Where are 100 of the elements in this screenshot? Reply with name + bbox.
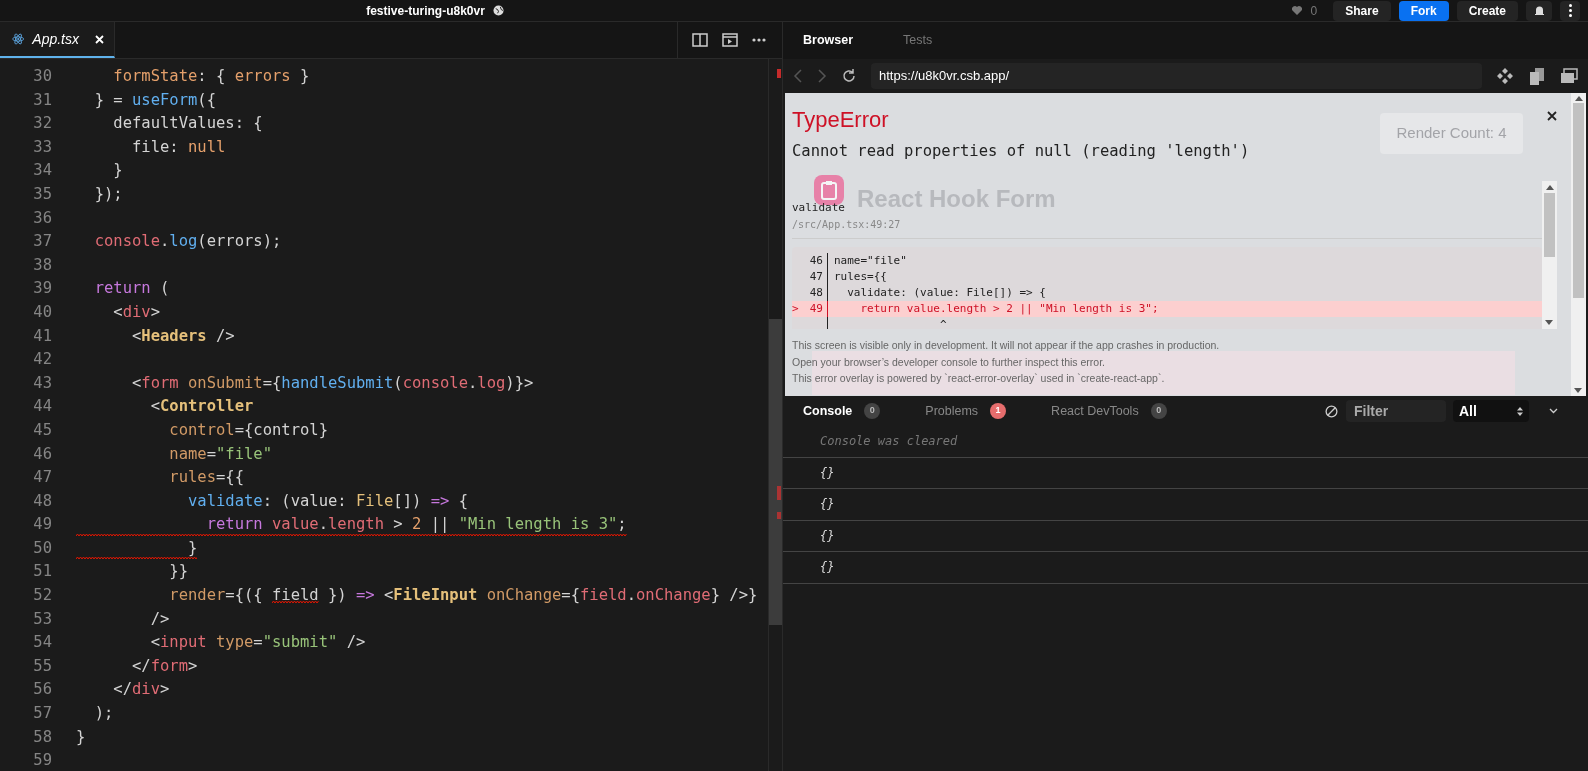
console-entry: {} xyxy=(820,464,835,482)
code-line: <input type="submit" /> xyxy=(149,632,366,654)
collapse-icon[interactable] xyxy=(1549,408,1558,414)
console-note: Console was cleared xyxy=(820,433,958,451)
console-entry: {} xyxy=(820,559,835,577)
scrollbar-thumb[interactable] xyxy=(769,319,782,625)
line-number: 31 xyxy=(32,89,52,111)
line-number: 37 xyxy=(32,231,52,253)
code-frame-line: name="file" xyxy=(833,253,907,270)
line-number: 45 xyxy=(32,419,52,441)
code-line: } xyxy=(112,160,123,182)
notifications-button[interactable] xyxy=(1526,0,1552,21)
more-menu-button[interactable] xyxy=(1560,0,1580,21)
overlay-note: Open your browser’s developer console to further inspect this error. xyxy=(792,354,1106,370)
code-line: }} xyxy=(168,561,188,583)
line-number: 41 xyxy=(32,325,52,347)
code-line: } xyxy=(76,536,198,561)
clipboard-icon xyxy=(814,175,844,205)
line-number: 46 xyxy=(32,443,52,465)
count-badge: 0 xyxy=(1150,403,1167,419)
code-line: } = useForm({ xyxy=(93,89,216,111)
scroll-down-icon[interactable] xyxy=(1545,320,1553,327)
line-number: 49 xyxy=(32,514,52,536)
line-number: 46 xyxy=(806,253,828,270)
code-line: return value.length > 2 || "Min length is 3"; xyxy=(76,513,627,537)
code-frame-line: return value.length > 2 || "Min length is 3"; xyxy=(859,301,1159,318)
heart-icon[interactable] xyxy=(1290,5,1303,16)
level-select[interactable]: All xyxy=(1453,400,1529,422)
line-number: 47 xyxy=(32,467,52,489)
preview-tab[interactable]: Tests xyxy=(903,31,933,50)
preview-tab[interactable]: Browser xyxy=(803,31,854,50)
window-icon[interactable] xyxy=(1560,68,1578,84)
preview-icon[interactable] xyxy=(722,33,738,47)
code-line: <form onSubmit={handleSubmit(console.log)}> xyxy=(131,372,534,394)
line-number: 50 xyxy=(32,537,52,559)
scroll-up-icon[interactable] xyxy=(1574,95,1583,101)
code-line: return ( xyxy=(93,278,170,300)
updown-caret-icon xyxy=(1517,406,1523,416)
line-number: 42 xyxy=(32,349,52,371)
code-line: }); xyxy=(93,183,123,205)
code-line: defaultValues: { xyxy=(112,113,263,135)
line-number: 34 xyxy=(32,160,52,182)
line-number: 54 xyxy=(32,632,52,654)
clear-console-icon[interactable] xyxy=(1325,404,1338,418)
devtools-icon[interactable] xyxy=(1496,67,1514,85)
line-number: 35 xyxy=(32,183,52,205)
code-line: </div> xyxy=(112,679,170,701)
function-name: validate xyxy=(792,201,845,215)
code-line: formState: { errors } xyxy=(112,66,310,87)
console-tab[interactable]: Problems 1 xyxy=(925,401,1007,421)
more-icon[interactable] xyxy=(752,38,766,42)
code-line: name="file" xyxy=(168,443,272,465)
overlay-note: This screen is visible only in development. It will not appear if the app crashes in production. xyxy=(792,338,1220,354)
error-message: Cannot read properties of null (reading 'length') xyxy=(792,141,1251,162)
code-frame-line: rules={{ xyxy=(833,269,887,286)
line-number: 48 xyxy=(32,490,52,512)
preview-scrollbar[interactable] xyxy=(1571,93,1586,396)
code-line: </form> xyxy=(131,655,198,677)
top-bar-button[interactable]: Create xyxy=(1456,0,1518,21)
code-line: control={control} xyxy=(168,419,328,441)
bell-icon xyxy=(1533,4,1545,17)
url-field[interactable]: https://u8k0vr.csb.app/ xyxy=(871,63,1482,89)
line-number: 51 xyxy=(32,561,52,583)
overlay-note: This error overlay is powered by `react-error-overlay` used in `create-react-app`. xyxy=(792,371,1165,387)
reload-icon[interactable] xyxy=(841,68,857,84)
tab-label: App.tsx xyxy=(32,29,79,49)
code-frame-line: validate: (value: File[]) => { xyxy=(846,285,1046,302)
code-frame-scrollbar[interactable] xyxy=(1542,181,1557,330)
error-title: TypeError xyxy=(792,106,889,134)
filter-field[interactable]: Filter xyxy=(1346,400,1446,422)
console-entry: {} xyxy=(820,527,835,545)
error-marker xyxy=(777,486,781,500)
top-bar-button[interactable]: Fork xyxy=(1398,0,1449,21)
like-count: 0 xyxy=(1310,2,1318,20)
console-tab[interactable]: Console 0 xyxy=(803,401,881,421)
code-line: /> xyxy=(149,608,170,630)
copy-icon[interactable] xyxy=(1528,67,1546,85)
code-line: ); xyxy=(93,703,114,725)
top-bar-button[interactable]: Share xyxy=(1333,0,1391,21)
split-view-icon[interactable] xyxy=(692,33,708,47)
scroll-down-icon[interactable] xyxy=(1574,388,1582,394)
line-number: 59 xyxy=(32,750,52,771)
line-number: 58 xyxy=(32,726,52,748)
error-marker xyxy=(777,69,781,78)
count-badge: 0 xyxy=(864,403,881,419)
editor-scrollbar[interactable] xyxy=(768,59,782,771)
scroll-up-icon[interactable] xyxy=(1545,184,1554,191)
line-number: 57 xyxy=(32,703,52,725)
close-icon[interactable] xyxy=(1547,111,1557,121)
file-tab[interactable]: App.tsx xyxy=(0,22,115,58)
line-number: 47 xyxy=(806,269,828,286)
code-line: <Headers /> xyxy=(131,325,235,347)
console-tab[interactable]: React DevTools 0 xyxy=(1051,401,1167,421)
code-line: <Controller xyxy=(149,396,254,418)
project-title: festive-turing-u8k0vr xyxy=(366,2,485,20)
code-frame-line: ^ xyxy=(938,317,947,330)
line-number: 43 xyxy=(32,372,52,394)
code-line: <div> xyxy=(112,301,160,323)
line-number: 44 xyxy=(32,396,52,418)
count-badge: 1 xyxy=(990,403,1007,419)
